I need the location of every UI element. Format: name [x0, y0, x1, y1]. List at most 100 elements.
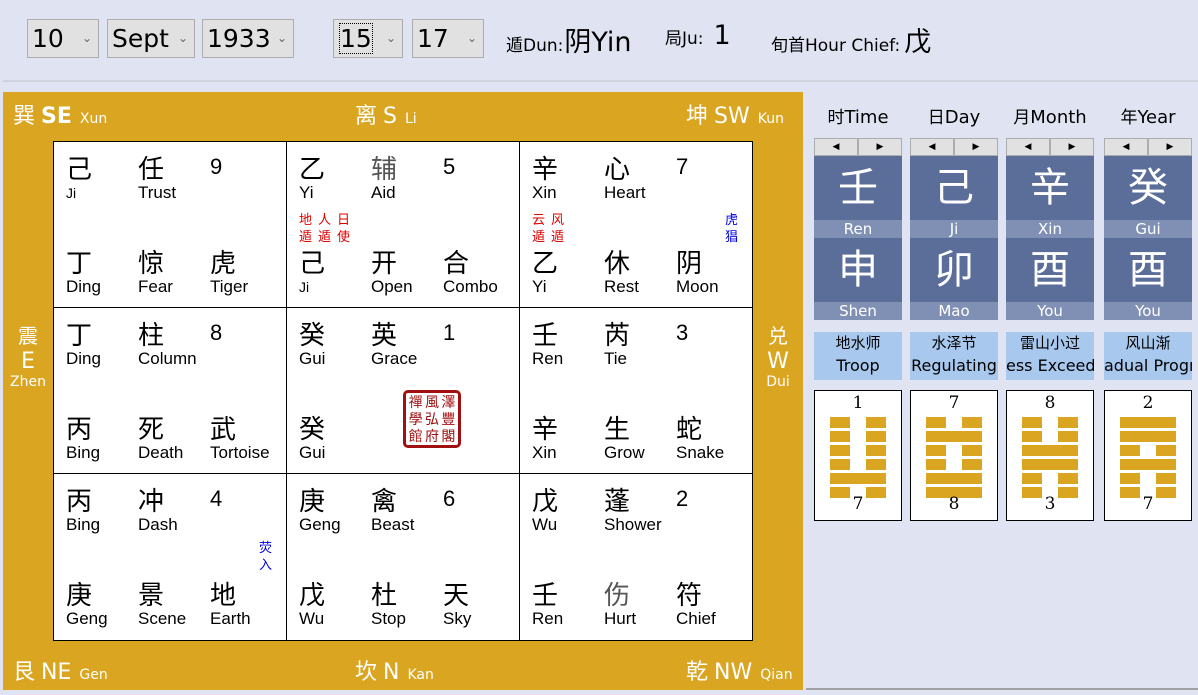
upper-trigram-number: 8	[1044, 393, 1056, 413]
yin-line	[926, 445, 982, 456]
earthly-branch: 酉	[1104, 238, 1192, 302]
hexagram-card[interactable]: 8 3	[1006, 390, 1094, 521]
hexagram-name[interactable]: 雷山小过 ess Exceedin	[1006, 332, 1094, 380]
yin-line	[1120, 445, 1176, 456]
hexagram-name[interactable]: 水泽节 Regulating	[910, 332, 998, 380]
star-en: Dash	[138, 515, 178, 534]
heaven-stem: 辛 Xin	[532, 156, 558, 202]
heaven-stem-zh: 辛	[532, 155, 559, 185]
star: 蓬 Shower	[604, 488, 662, 534]
minute-value: 17	[417, 24, 449, 53]
hexagram-name[interactable]: 地水师 Troop	[814, 332, 902, 380]
earth-stem-zh: 辛	[532, 415, 559, 445]
earth-stem: 癸 Gui	[299, 416, 325, 462]
mark-char: 人	[318, 213, 332, 228]
qimen-app: 10 ⌄ Sept ⌄ 1933 ⌄ 15 ⌄ 17 ⌄ 遁Dun: 阴Yin …	[0, 0, 1198, 695]
year-select[interactable]: 1933 ⌄	[202, 19, 294, 58]
earthly-branch-pinyin: You	[1006, 302, 1094, 320]
star: 辅 Aid	[371, 156, 397, 202]
hexagram-card[interactable]: 7 8	[910, 390, 998, 521]
yang-line	[1022, 445, 1078, 456]
yin-line	[830, 417, 886, 428]
previous-button[interactable]: ◀	[1006, 138, 1050, 156]
deity-zh: 虎	[210, 249, 237, 279]
palace-6[interactable]: 壬 Ren 芮 Tie 3 辛 Xin 生 Grow 蛇 Snake	[520, 308, 752, 474]
star: 心 Heart	[604, 156, 646, 202]
heavenly-stem: 壬	[814, 156, 902, 220]
deity-en: Tiger	[210, 277, 249, 296]
month-select[interactable]: Sept ⌄	[107, 19, 195, 58]
hour-chief-value: 戊	[904, 27, 932, 58]
next-button[interactable]: ▶	[1050, 138, 1094, 156]
palace-5[interactable]: 癸 Gui 英 Grace 1 癸 Gui 禪風澤學弘豐館府閣	[287, 308, 520, 474]
deity-en: Combo	[443, 277, 498, 296]
earthly-branch: 卯	[910, 238, 998, 302]
door-en: Grow	[604, 443, 645, 462]
palace-9[interactable]: 戊 Wu 蓬 Shower 2 壬 Ren 伤 Hurt 符 Chief	[520, 474, 752, 640]
next-button[interactable]: ▶	[858, 138, 902, 156]
ju-info: 局Ju: 1	[665, 20, 731, 64]
mark-char: 使	[337, 230, 351, 245]
direction-zh: 坤	[686, 104, 709, 129]
pillar-stepper: ◀ ▶	[910, 138, 998, 156]
palace-4[interactable]: 丁 Ding 柱 Column 8 丙 Bing 死 Death 武 Torto…	[54, 308, 287, 474]
direction-se: 巽 SE Xun	[13, 98, 107, 130]
direction-nw: 乾 NW Qian	[686, 654, 793, 686]
yin-line	[830, 459, 886, 470]
star-en: Grace	[371, 349, 418, 368]
yin-line	[830, 445, 886, 456]
hexagram-name-zh: 风山渐	[1125, 334, 1171, 352]
next-button[interactable]: ▶	[954, 138, 998, 156]
yang-line	[830, 473, 886, 484]
yang-line	[1120, 417, 1176, 428]
palace-3[interactable]: 辛 Xin 心 Heart 7 乙 Yi 休 Rest 阴 Moon 云 遁 风…	[520, 142, 752, 308]
door-zh: 杜	[371, 581, 398, 611]
lower-trigram-number: 7	[852, 494, 864, 514]
pillar-title-en: Year	[1137, 107, 1176, 128]
chevron-down-icon: ⌄	[276, 31, 287, 45]
previous-button[interactable]: ◀	[1104, 138, 1148, 156]
palace-8[interactable]: 庚 Geng 禽 Beast 6 戊 Wu 杜 Stop 天 Sky	[287, 474, 520, 640]
day-select[interactable]: 10 ⌄	[27, 19, 99, 58]
heaven-stem-en: Bing	[66, 515, 101, 534]
pillar-title: 月Month	[1006, 92, 1094, 138]
hexagram-card[interactable]: 2 7	[1104, 390, 1192, 521]
mark-char: 日	[337, 213, 351, 228]
pillar-time: 时Time ◀ ▶ 壬 Ren 申 Shen 地水师 Troop 1 7	[814, 92, 902, 521]
yin-line	[1022, 431, 1078, 442]
direction-zh: 兑	[768, 324, 788, 348]
pillar-title: 时Time	[814, 92, 902, 138]
pillar-stepper: ◀ ▶	[814, 138, 902, 156]
next-button[interactable]: ▶	[1148, 138, 1192, 156]
deity-zh: 阴	[676, 249, 703, 279]
palace-7[interactable]: 丙 Bing 冲 Dash 4 庚 Geng 景 Scene 地 Earth 荧…	[54, 474, 287, 640]
star: 任 Trust	[138, 156, 176, 202]
hexagram-card[interactable]: 1 7	[814, 390, 902, 521]
direction-zh: 离	[355, 104, 378, 129]
pillar-title-en: Day	[944, 107, 981, 128]
deity: 符 Chief	[676, 582, 716, 628]
previous-button[interactable]: ◀	[814, 138, 858, 156]
hour-select[interactable]: 15 ⌄	[333, 19, 403, 58]
star-en: Shower	[604, 515, 662, 534]
seal-char: 館	[408, 429, 423, 445]
palace-1[interactable]: 己 Ji 任 Trust 9 丁 Ding 惊 Fear 虎 Tiger	[54, 142, 287, 308]
minute-select[interactable]: 17 ⌄	[412, 19, 484, 58]
mark-char: 虎	[724, 213, 738, 228]
star-zh: 柱	[138, 321, 165, 351]
heaven-stem-zh: 己	[66, 155, 93, 185]
heaven-stem-zh: 癸	[299, 321, 326, 351]
door-en: Rest	[604, 277, 639, 296]
hexagram-name[interactable]: 风山渐 adual Progre	[1104, 332, 1192, 380]
yang-line	[1120, 459, 1176, 470]
yin-line	[1022, 417, 1078, 428]
palace-2[interactable]: 乙 Yi 辅 Aid 5 己 Ji 开 Open 合 Combo 地 遁 人 遁…	[287, 142, 520, 308]
heaven-stem-en: Ren	[532, 349, 564, 368]
earth-stem: 丁 Ding	[66, 250, 101, 296]
direction-ne: 艮 NE Gen	[13, 654, 108, 686]
earth-stem-en: Geng	[66, 609, 108, 628]
door: 休 Rest	[604, 250, 639, 296]
seal-char: 學	[408, 412, 423, 428]
previous-button[interactable]: ◀	[910, 138, 954, 156]
mark-char: 云	[532, 213, 546, 228]
